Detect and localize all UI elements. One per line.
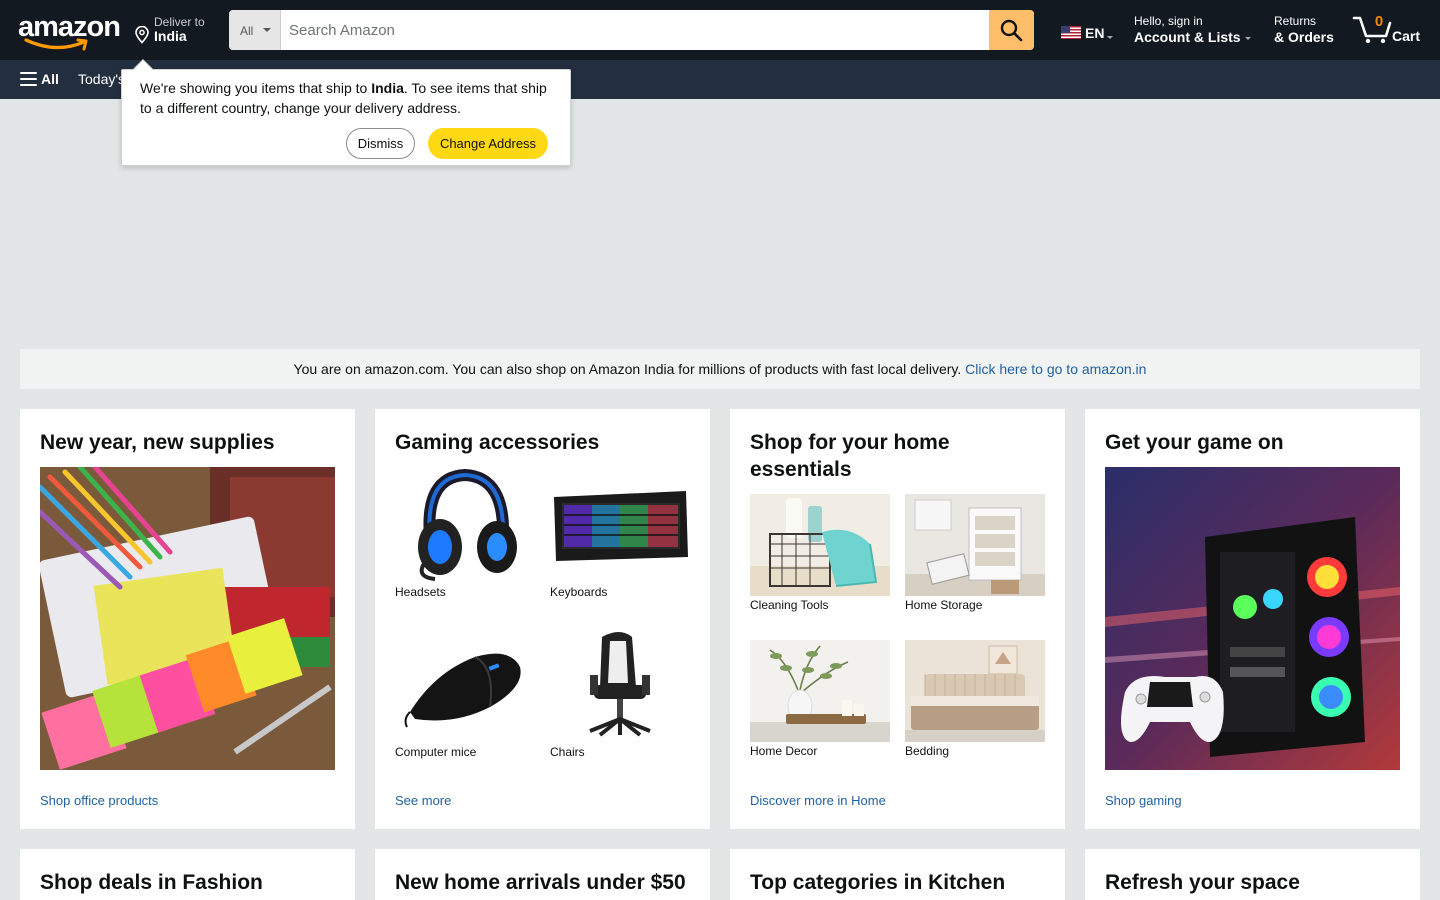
card-title: Gaming accessories bbox=[395, 431, 600, 454]
bedding-image bbox=[905, 640, 1045, 742]
tile-label: Keyboards bbox=[550, 585, 608, 599]
headset-image bbox=[395, 467, 535, 582]
card-home-essentials: Shop for your home essentials Cleaning T… bbox=[730, 409, 1065, 829]
card-title: Get your game on bbox=[1105, 431, 1284, 454]
card-home-arrivals: New home arrivals under $50 bbox=[375, 849, 710, 900]
amazon-logo[interactable]: amazon bbox=[18, 12, 121, 52]
search-category-dropdown[interactable]: All bbox=[229, 10, 281, 50]
tile-label: Bedding bbox=[905, 744, 950, 758]
location-pin-icon bbox=[135, 26, 149, 44]
card-title: Refresh your space bbox=[1105, 871, 1300, 894]
tile-label: Computer mice bbox=[395, 745, 477, 759]
cart-count-badge: 0 bbox=[1374, 13, 1384, 30]
search-icon bbox=[1000, 19, 1023, 42]
card-gaming: Get your game on Shop gaming bbox=[1085, 409, 1420, 829]
home-decor-image bbox=[750, 640, 890, 742]
returns-label: Returns bbox=[1274, 14, 1317, 28]
returns-and-orders[interactable]: Returns & Orders bbox=[1274, 14, 1334, 45]
notice-text: You are on amazon.com. You can also shop… bbox=[293, 361, 962, 377]
gaming-pc-image[interactable] bbox=[1105, 467, 1400, 770]
card-title: New year, new supplies bbox=[40, 431, 275, 454]
card-title: Shop for your home essentials bbox=[750, 431, 950, 481]
card-fashion-deals: Shop deals in Fashion bbox=[20, 849, 355, 900]
deliver-to-label: Deliver to bbox=[154, 15, 205, 29]
go-to-amazon-in-link[interactable]: Click here to go to amazon.in bbox=[965, 361, 1146, 377]
card-title: Shop deals in Fashion bbox=[40, 871, 263, 894]
delivery-location-popover: We're showing you items that ship to Ind… bbox=[121, 59, 571, 166]
card-office-supplies: New year, new supplies Shop office produ… bbox=[20, 409, 355, 829]
sign-in-greeting: Hello, sign in bbox=[1134, 14, 1203, 28]
dismiss-button[interactable]: Dismiss bbox=[346, 128, 415, 159]
discover-more-home-link[interactable]: Discover more in Home bbox=[750, 793, 886, 808]
card-title: Top categories in Kitchen bbox=[750, 871, 1006, 894]
nav-item-todays-deals[interactable]: Today's bbox=[78, 71, 125, 87]
search-bar: All bbox=[229, 10, 1034, 50]
account-and-lists[interactable]: Hello, sign in Account & Lists bbox=[1134, 14, 1251, 45]
office-supplies-image[interactable] bbox=[40, 467, 335, 770]
account-lists-label: Account & Lists bbox=[1134, 29, 1241, 45]
change-address-button[interactable]: Change Address bbox=[428, 128, 548, 159]
computer-mouse-image bbox=[395, 627, 535, 742]
cart-label: Cart bbox=[1392, 28, 1421, 44]
card-gaming-accessories: Gaming accessories Headsets Keyboards Co… bbox=[375, 409, 710, 829]
card-kitchen-categories: Top categories in Kitchen bbox=[730, 849, 1065, 900]
all-menu-button[interactable]: All bbox=[41, 71, 59, 87]
tile-label: Chairs bbox=[550, 745, 585, 759]
search-input[interactable] bbox=[281, 10, 989, 50]
tile-label: Home Decor bbox=[750, 744, 818, 758]
cleaning-tools-image bbox=[750, 494, 890, 596]
deliver-country: India bbox=[154, 28, 187, 44]
orders-label: & Orders bbox=[1274, 29, 1334, 45]
see-more-link[interactable]: See more bbox=[395, 793, 451, 808]
search-button[interactable] bbox=[989, 10, 1034, 50]
caret-down-icon bbox=[1107, 36, 1113, 39]
caret-down-icon bbox=[1244, 36, 1251, 40]
language-code: EN bbox=[1085, 25, 1105, 41]
card-refresh-space: Refresh your space bbox=[1085, 849, 1420, 900]
regional-notice-banner: You are on amazon.com. You can also shop… bbox=[20, 349, 1420, 389]
shop-gaming-link[interactable]: Shop gaming bbox=[1105, 793, 1182, 808]
tile-label: Home Storage bbox=[905, 598, 983, 612]
tile-label: Cleaning Tools bbox=[750, 598, 829, 612]
card-title: New home arrivals under $50 bbox=[395, 871, 686, 894]
keyboard-image bbox=[550, 467, 690, 582]
popover-country: India bbox=[371, 80, 404, 96]
hamburger-menu-icon[interactable] bbox=[20, 72, 37, 86]
search-category-value: All bbox=[240, 24, 254, 38]
popover-message: We're showing you items that ship to Ind… bbox=[140, 80, 547, 116]
gaming-chair-image bbox=[550, 627, 690, 742]
logo-smile-icon bbox=[24, 38, 88, 51]
shop-office-products-link[interactable]: Shop office products bbox=[40, 793, 158, 808]
caret-down-icon bbox=[263, 28, 271, 32]
tile-label: Headsets bbox=[395, 585, 446, 599]
cart-button[interactable]: 0 Cart bbox=[1352, 10, 1424, 50]
top-navigation-bar: amazon Deliver to India All EN bbox=[0, 0, 1440, 60]
us-flag-icon bbox=[1061, 26, 1081, 39]
home-storage-image bbox=[905, 494, 1045, 596]
